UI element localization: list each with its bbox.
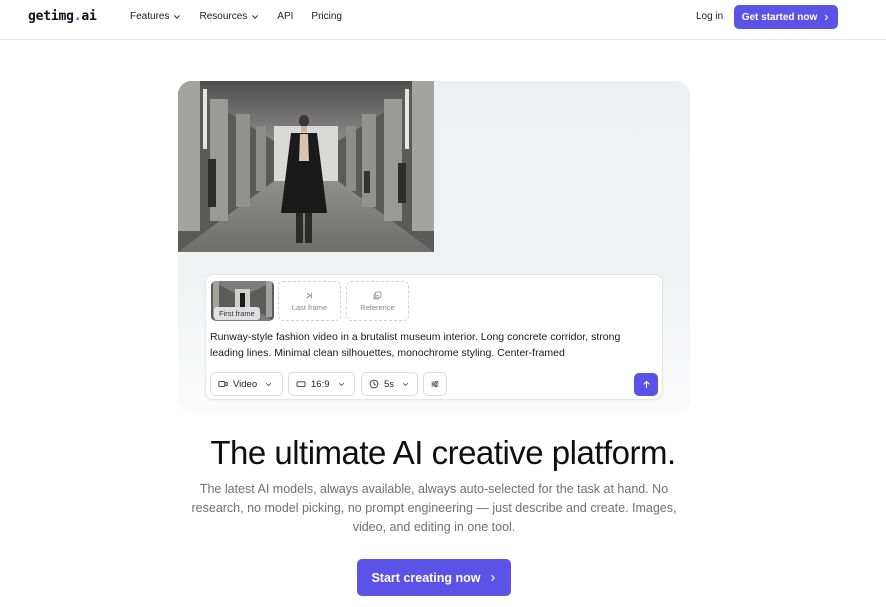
duration-value: 5s <box>384 378 395 390</box>
image-stack-icon <box>373 291 382 299</box>
last-frame-slot[interactable]: Last frame <box>278 281 341 321</box>
clock-icon <box>369 379 379 389</box>
mode-select-value: Video <box>233 378 258 390</box>
logo-text: getimg <box>28 9 74 24</box>
hero-description: The latest AI models, always available, … <box>191 482 677 534</box>
start-creating-label: Start creating now <box>371 570 481 585</box>
aspect-ratio-select[interactable]: 16:9 <box>288 372 355 396</box>
send-button[interactable] <box>634 373 658 396</box>
first-frame-slot[interactable]: First frame <box>211 281 274 321</box>
skip-end-icon <box>306 291 312 299</box>
get-started-label: Get started now <box>741 11 818 23</box>
chevron-right-icon <box>490 574 495 581</box>
nav-item-resources[interactable]: Resources <box>199 11 259 22</box>
video-camera-icon <box>218 381 228 387</box>
prompt-composer: First frame Last frame Reference Runway-… <box>205 274 663 400</box>
start-creating-button[interactable]: Start creating now <box>357 559 511 596</box>
settings-button[interactable] <box>423 372 447 396</box>
chevron-down-icon <box>338 382 344 386</box>
chevron-down-icon <box>174 14 181 19</box>
runway-corridor-image <box>178 81 434 252</box>
chevron-down-icon <box>266 382 272 386</box>
reference-slot[interactable]: Reference <box>346 281 409 321</box>
aspect-ratio-icon <box>296 381 306 387</box>
hero-video-preview <box>178 81 434 252</box>
mode-select[interactable]: Video <box>210 372 283 396</box>
nav-item-label: Resources <box>199 11 248 22</box>
nav-item-label: Pricing <box>311 11 342 22</box>
chevron-right-icon <box>825 14 829 20</box>
page-title: The ultimate AI creative platform. <box>210 434 676 471</box>
prompt-input[interactable]: Runway-style fashion video in a brutalis… <box>210 329 650 361</box>
logo[interactable]: getimg.ai <box>28 9 97 24</box>
nav-item-label: API <box>277 11 294 22</box>
get-started-button[interactable]: Get started now <box>734 5 838 29</box>
nav-links: Features Resources API Pricing <box>130 11 360 22</box>
nav-item-api[interactable]: API <box>277 11 293 22</box>
logo-suffix: ai <box>81 9 97 24</box>
duration-select[interactable]: 5s <box>361 372 418 396</box>
nav-item-pricing[interactable]: Pricing <box>311 11 342 22</box>
top-navigation: getimg.ai Features Resources API Pricing… <box>0 0 886 40</box>
login-link[interactable]: Log in <box>696 11 723 22</box>
arrow-up-icon <box>642 380 650 389</box>
aspect-ratio-value: 16:9 <box>311 378 330 390</box>
last-frame-label: Last frame <box>291 302 328 312</box>
chevron-down-icon <box>403 382 409 386</box>
first-frame-badge: First frame <box>214 307 260 320</box>
nav-item-label: Features <box>130 11 170 22</box>
reference-label: Reference <box>360 302 395 312</box>
chevron-down-icon <box>252 14 259 19</box>
nav-item-features[interactable]: Features <box>130 11 181 22</box>
sliders-icon <box>431 380 439 388</box>
